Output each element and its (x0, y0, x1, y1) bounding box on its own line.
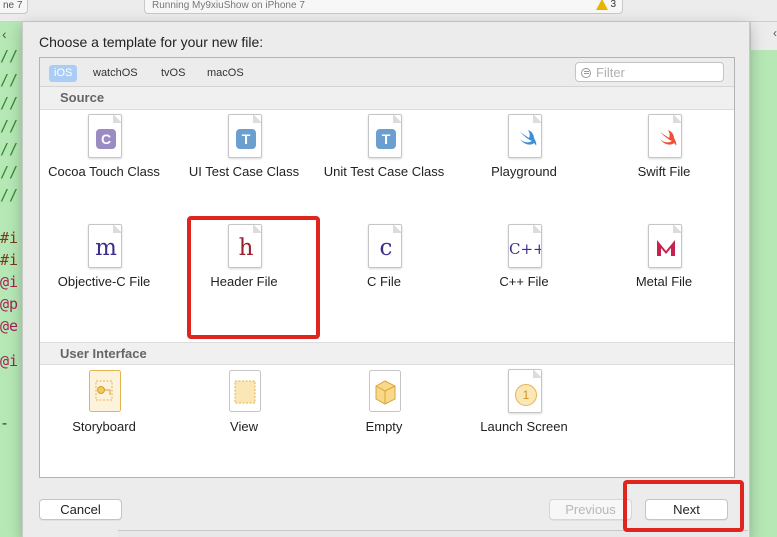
warning-count: 3 (610, 0, 616, 10)
template-label: View (230, 419, 258, 434)
playground-icon (508, 114, 542, 158)
code-comment: // (0, 163, 19, 181)
template-label: Launch Screen (480, 419, 568, 434)
template-panel: iOS watchOS tvOS macOS Source C Cocoa To… (39, 57, 735, 478)
xcode-toolbar: ne 7 Running My9xiuShow on iPhone 7 3 (0, 0, 777, 22)
code-comment: // (0, 71, 19, 89)
template-objective-c-file[interactable]: m Objective-C File (40, 224, 168, 329)
storyboard-icon (89, 370, 121, 412)
template-label: Unit Test Case Class (323, 164, 445, 179)
template-label: UI Test Case Class (188, 164, 300, 179)
c-file-icon: c (368, 224, 402, 268)
code-comment: // (0, 117, 19, 135)
template-c-file[interactable]: c C File (320, 224, 448, 329)
view-icon (229, 370, 261, 412)
template-swift-file[interactable]: Swift File (600, 114, 728, 219)
new-file-template-sheet: Choose a template for your new file: iOS… (22, 22, 750, 537)
swift-file-icon (648, 114, 682, 158)
template-label: Playground (491, 164, 557, 179)
code-directive: @e (0, 317, 19, 335)
template-label: Cocoa Touch Class (48, 164, 160, 179)
template-launch-screen[interactable]: 1 Launch Screen (460, 369, 588, 474)
warning-icon (596, 0, 609, 10)
objective-c-file-icon: m (88, 224, 122, 268)
header-file-highlight (187, 216, 320, 339)
template-label: C File (367, 274, 401, 289)
platform-tab-ios[interactable]: iOS (49, 65, 78, 82)
code-comment: // (0, 47, 19, 65)
swift-bird-icon (660, 130, 677, 146)
template-cpp-file[interactable]: C++ C++ File (460, 224, 588, 329)
filter-field[interactable] (575, 62, 724, 82)
template-empty[interactable]: Empty (320, 369, 448, 474)
code-dash: - (0, 414, 10, 432)
section-header-user-interface: User Interface (40, 342, 734, 365)
platform-filter-bar: iOS watchOS tvOS macOS (40, 58, 734, 87)
template-unit-test-case-class[interactable]: T Unit Test Case Class (320, 114, 448, 219)
template-label: C++ File (499, 274, 549, 289)
code-comment: // (0, 186, 19, 204)
code-comment: // (0, 140, 19, 158)
section-header-source: Source (40, 87, 734, 110)
sheet-title: Choose a template for your new file: (39, 34, 264, 50)
template-cocoa-touch-class[interactable]: C Cocoa Touch Class (40, 114, 168, 219)
code-directive: @i (0, 352, 19, 370)
template-label: Storyboard (72, 419, 136, 434)
filter-icon (581, 68, 591, 78)
warning-indicator[interactable]: 3 (596, 0, 616, 10)
cocoa-touch-class-icon: C (88, 114, 122, 158)
chevron-left-icon[interactable]: ‹ (2, 26, 7, 42)
chevron-left-icon[interactable]: ‹ (773, 26, 777, 40)
launch-screen-icon: 1 (508, 369, 542, 413)
scheme-selector[interactable]: ne 7 (0, 0, 28, 14)
template-view[interactable]: View (180, 369, 308, 474)
template-label: Metal File (635, 274, 693, 289)
next-button-highlight (623, 480, 744, 532)
code-directive: #i (0, 229, 19, 247)
editor-right-strip (750, 22, 777, 537)
code-comment: // (0, 94, 19, 112)
cpp-file-icon: C++ (508, 224, 542, 268)
filter-input[interactable] (596, 64, 716, 80)
activity-viewer: Running My9xiuShow on iPhone 7 3 (144, 0, 623, 14)
template-label: Objective-C File (57, 274, 151, 289)
unit-test-case-class-icon: T (368, 114, 402, 158)
metal-m-icon (657, 240, 675, 256)
template-ui-test-case-class[interactable]: T UI Test Case Class (180, 114, 308, 219)
activity-text: Running My9xiuShow on iPhone 7 (152, 0, 305, 11)
template-label: Empty (365, 419, 403, 434)
previous-button[interactable]: Previous (549, 499, 632, 520)
code-directive: @i (0, 273, 19, 291)
code-directive: @p (0, 295, 19, 313)
template-storyboard[interactable]: Storyboard (40, 369, 168, 474)
ui-test-case-class-icon: T (228, 114, 262, 158)
template-label: Swift File (637, 164, 691, 179)
empty-icon (369, 370, 401, 412)
template-metal-file[interactable]: Metal File (600, 224, 728, 329)
platform-tab-watchos[interactable]: watchOS (88, 65, 143, 82)
scheme-text: ne 7 (3, 0, 23, 11)
template-playground[interactable]: Playground (460, 114, 588, 219)
platform-tab-tvos[interactable]: tvOS (156, 65, 190, 82)
metal-file-icon (648, 224, 682, 268)
cancel-button[interactable]: Cancel (39, 499, 122, 520)
swift-bird-icon (520, 130, 537, 146)
platform-tab-macos[interactable]: macOS (202, 65, 249, 82)
code-directive: #i (0, 251, 19, 269)
